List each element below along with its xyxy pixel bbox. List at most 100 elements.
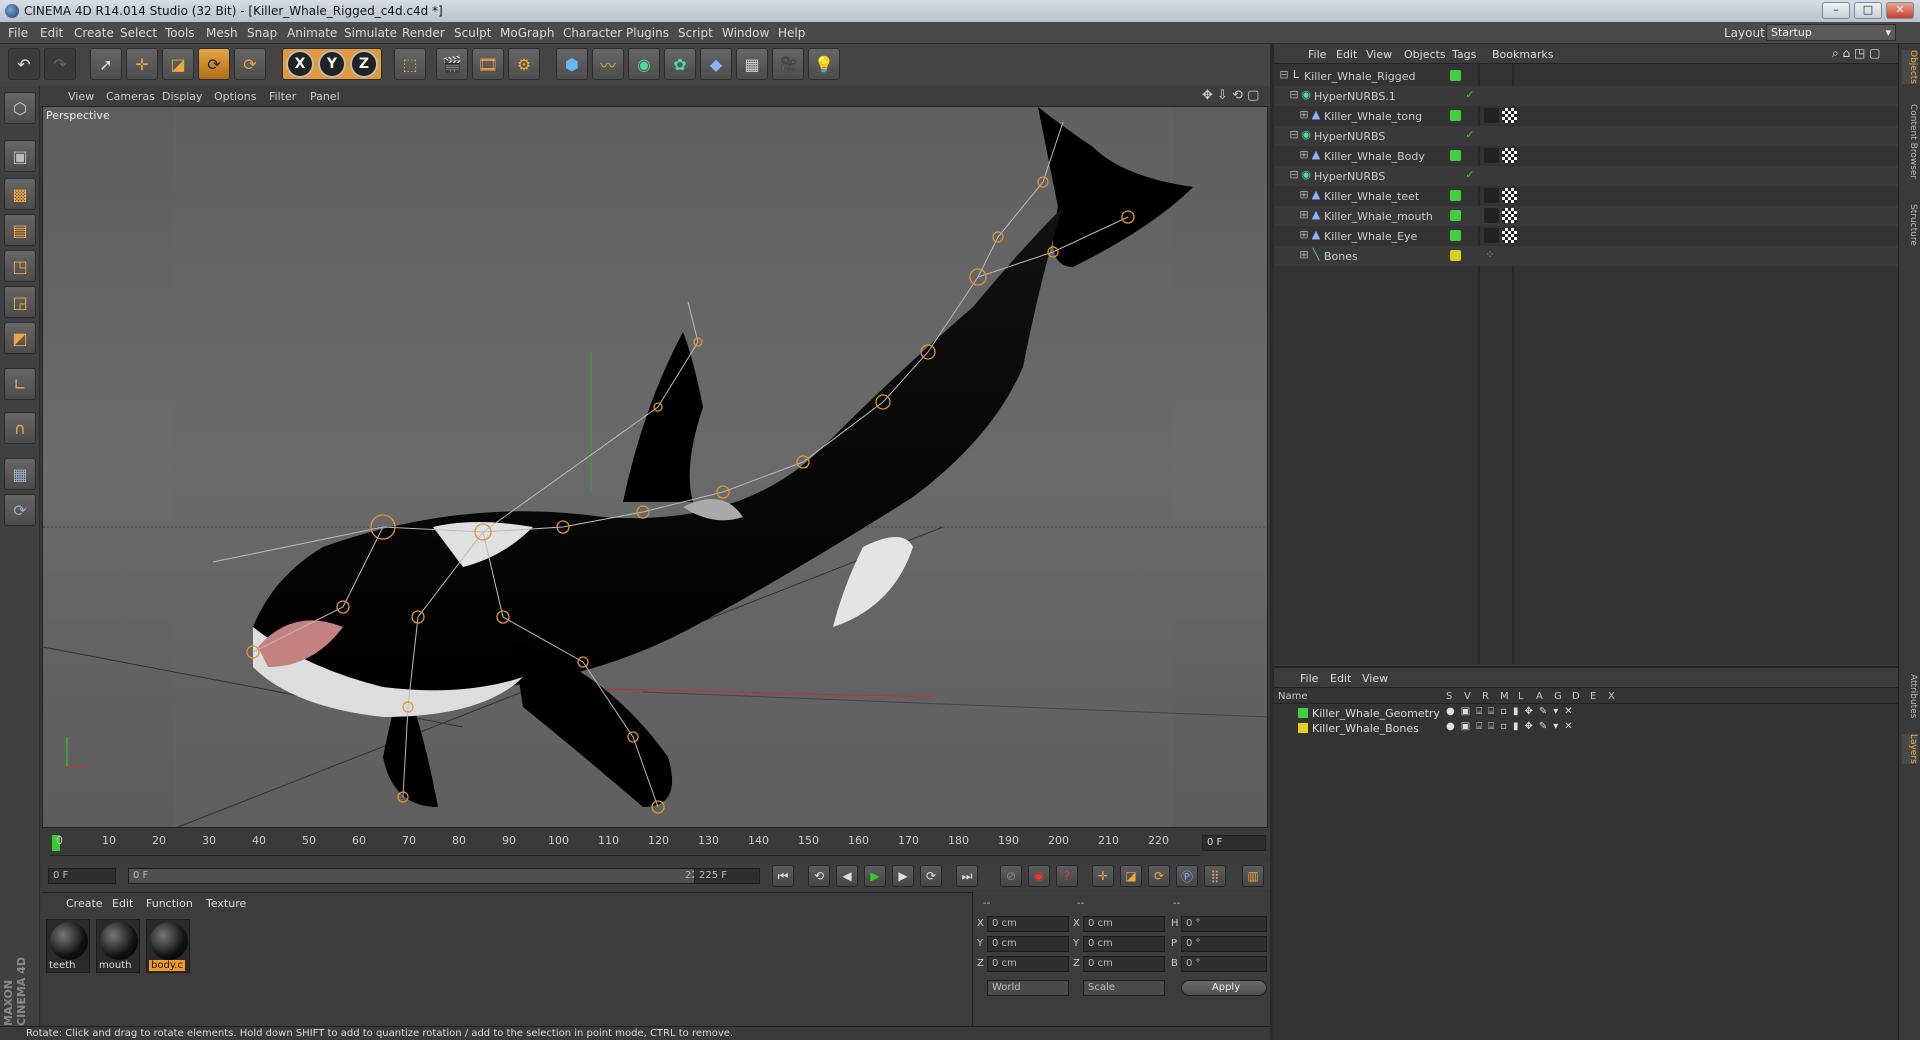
timeline-window-icon[interactable]: ▥ (1242, 865, 1264, 887)
column-s[interactable]: S (1446, 691, 1452, 702)
mat-menu-create[interactable]: Create (66, 897, 103, 910)
expand-icon[interactable]: ⊞ (1298, 149, 1310, 161)
expand-icon[interactable]: ⊟ (1288, 169, 1300, 181)
expand-icon[interactable]: ⊞ (1298, 209, 1310, 221)
rotation-h-field[interactable]: 0 ° (1181, 916, 1267, 932)
menu-character[interactable]: Character (563, 26, 622, 40)
layer-toggle-icons[interactable]: ●▣⌸⌸▫▮✥✎▾✕ (1446, 721, 1579, 732)
menu-create[interactable]: Create (74, 26, 114, 40)
menu-mograph[interactable]: MoGraph (500, 26, 555, 40)
material-body[interactable]: body.c (146, 919, 190, 973)
material-tag-icon[interactable] (1484, 228, 1499, 243)
tab-attributes[interactable]: Attributes (1902, 674, 1918, 718)
menu-mesh[interactable]: Mesh (206, 26, 238, 40)
world-coords-icon[interactable]: ⬚ (394, 48, 426, 80)
om-toolbar-icons[interactable]: ⌕ ⌂ ◳ ▢ (1832, 46, 1880, 61)
menu-sculpt[interactable]: Sculpt (454, 26, 491, 40)
redo-icon[interactable]: ↷ (44, 48, 76, 80)
vp-menu-display[interactable]: Display (162, 90, 203, 103)
position-y-field[interactable]: 0 cm (987, 936, 1069, 952)
object-row[interactable]: ⊟ ◉ HyperNURBS ✓ (1274, 126, 1898, 146)
frame-range-slider[interactable]: 0 F 225 F (128, 868, 718, 884)
size-z-field[interactable]: 0 cm (1083, 956, 1165, 972)
object-row[interactable]: ⊟ ◉ HyperNURBS ✓ (1274, 166, 1898, 186)
recent-tool-icon[interactable]: ⟳ (234, 48, 266, 80)
key-rotation-icon[interactable]: ⟳ (1148, 865, 1170, 887)
floor-icon[interactable]: ▦ (736, 48, 768, 80)
rotation-p-field[interactable]: 0 ° (1181, 936, 1267, 952)
vp-menu-filter[interactable]: Filter (269, 90, 296, 103)
expand-icon[interactable]: ⊞ (1298, 189, 1310, 201)
coordinate-system-select[interactable]: World (987, 980, 1069, 996)
expand-icon[interactable]: ⊟ (1288, 89, 1300, 101)
menu-file[interactable]: File (8, 26, 28, 40)
previous-key-icon[interactable]: ⟲ (808, 865, 830, 887)
timeline-ruler[interactable]: 0 10 20 30 40 50 60 70 80 90 100 110 120… (50, 834, 1200, 856)
om-menu-edit[interactable]: Edit (1336, 48, 1357, 61)
rotate-icon[interactable]: ⟳ (198, 48, 230, 80)
axis-mode-icon[interactable]: ∟ (4, 368, 36, 400)
polygons-mode-icon[interactable]: ◩ (4, 322, 36, 354)
key-position-icon[interactable]: ✛ (1092, 865, 1114, 887)
x-axis-icon[interactable]: X (286, 50, 314, 78)
live-select-icon[interactable]: ➚ (90, 48, 122, 80)
vp-menu-view[interactable]: View (68, 90, 94, 103)
go-to-start-icon[interactable]: ⏮ (772, 865, 794, 887)
menu-edit[interactable]: Edit (40, 26, 63, 40)
snap-icon[interactable]: ▦ (4, 458, 36, 490)
viewport-perspective[interactable]: Perspective (42, 106, 1268, 828)
nurbs-icon[interactable]: ◉ (628, 48, 660, 80)
tab-objects[interactable]: Objects (1902, 50, 1918, 85)
apply-button[interactable]: Apply (1181, 980, 1267, 996)
keyframe-selection-icon[interactable]: ? (1056, 865, 1078, 887)
current-frame-field[interactable]: 0 F (1202, 835, 1266, 851)
expand-icon[interactable]: ⊟ (1288, 129, 1300, 141)
texture-tag-icon[interactable] (1502, 148, 1517, 163)
mat-menu-function[interactable]: Function (146, 897, 193, 910)
tab-layers[interactable]: Layers (1902, 734, 1918, 764)
lm-menu-view[interactable]: View (1362, 672, 1388, 685)
column-m[interactable]: M (1500, 691, 1509, 702)
array-icon[interactable]: ✿ (664, 48, 696, 80)
object-row[interactable]: ⊞ ▲ Killer_Whale_teet (1274, 186, 1898, 206)
key-scale-icon[interactable]: ◪ (1120, 865, 1142, 887)
material-tag-icon[interactable] (1484, 148, 1499, 163)
checkmark-icon[interactable]: ✓ (1464, 169, 1476, 181)
lm-menu-edit[interactable]: Edit (1330, 672, 1351, 685)
om-menu-objects[interactable]: Objects (1404, 48, 1446, 61)
lm-menu-file[interactable]: File (1300, 672, 1318, 685)
size-mode-select[interactable]: Scale (1083, 980, 1165, 996)
object-row[interactable]: ⊟ L Killer_Whale_Rigged (1274, 66, 1898, 86)
object-row[interactable]: ⊞ ╲ Bones ⁘ (1274, 246, 1898, 266)
texture-tag-icon[interactable] (1502, 188, 1517, 203)
layer-color-dot[interactable] (1298, 723, 1308, 733)
spline-icon[interactable]: 〰 (592, 48, 624, 80)
vp-menu-options[interactable]: Options (214, 90, 256, 103)
menu-plugins[interactable]: Plugins (626, 26, 669, 40)
render-view-icon[interactable]: 🎬 (436, 48, 468, 80)
material-teeth[interactable]: teeth (46, 919, 90, 973)
workplane-icon[interactable]: ▤ (4, 214, 36, 246)
deformer-icon[interactable]: ◆ (700, 48, 732, 80)
material-tag-icon[interactable] (1484, 188, 1499, 203)
menu-simulate[interactable]: Simulate (344, 26, 397, 40)
material-mouth[interactable]: mouth (96, 919, 140, 973)
expand-icon[interactable]: ⊞ (1298, 109, 1310, 121)
size-y-field[interactable]: 0 cm (1083, 936, 1165, 952)
mat-menu-texture[interactable]: Texture (206, 897, 246, 910)
om-menu-bookmarks[interactable]: Bookmarks (1492, 48, 1553, 61)
play-icon[interactable]: ▶ (864, 865, 886, 887)
object-row[interactable]: ⊞ ▲ Killer_Whale_tong (1274, 106, 1898, 126)
menu-select[interactable]: Select (120, 26, 157, 40)
z-axis-icon[interactable]: Z (350, 50, 378, 78)
next-frame-icon[interactable]: ▶ (892, 865, 914, 887)
menu-window[interactable]: Window (722, 26, 769, 40)
ik-tag-icon[interactable]: ⁘ (1484, 249, 1496, 261)
render-picture-viewer-icon[interactable]: 🎞 (472, 48, 504, 80)
menu-tools[interactable]: Tools (165, 26, 195, 40)
column-l[interactable]: L (1518, 691, 1524, 702)
move-icon[interactable]: ✛ (126, 48, 158, 80)
texture-tag-icon[interactable] (1502, 108, 1517, 123)
expand-icon[interactable]: ⊟ (1278, 69, 1290, 81)
layer-row[interactable]: Killer_Whale_Geometry ●▣⌸⌸▫▮✥✎▾✕ (1274, 706, 1898, 721)
